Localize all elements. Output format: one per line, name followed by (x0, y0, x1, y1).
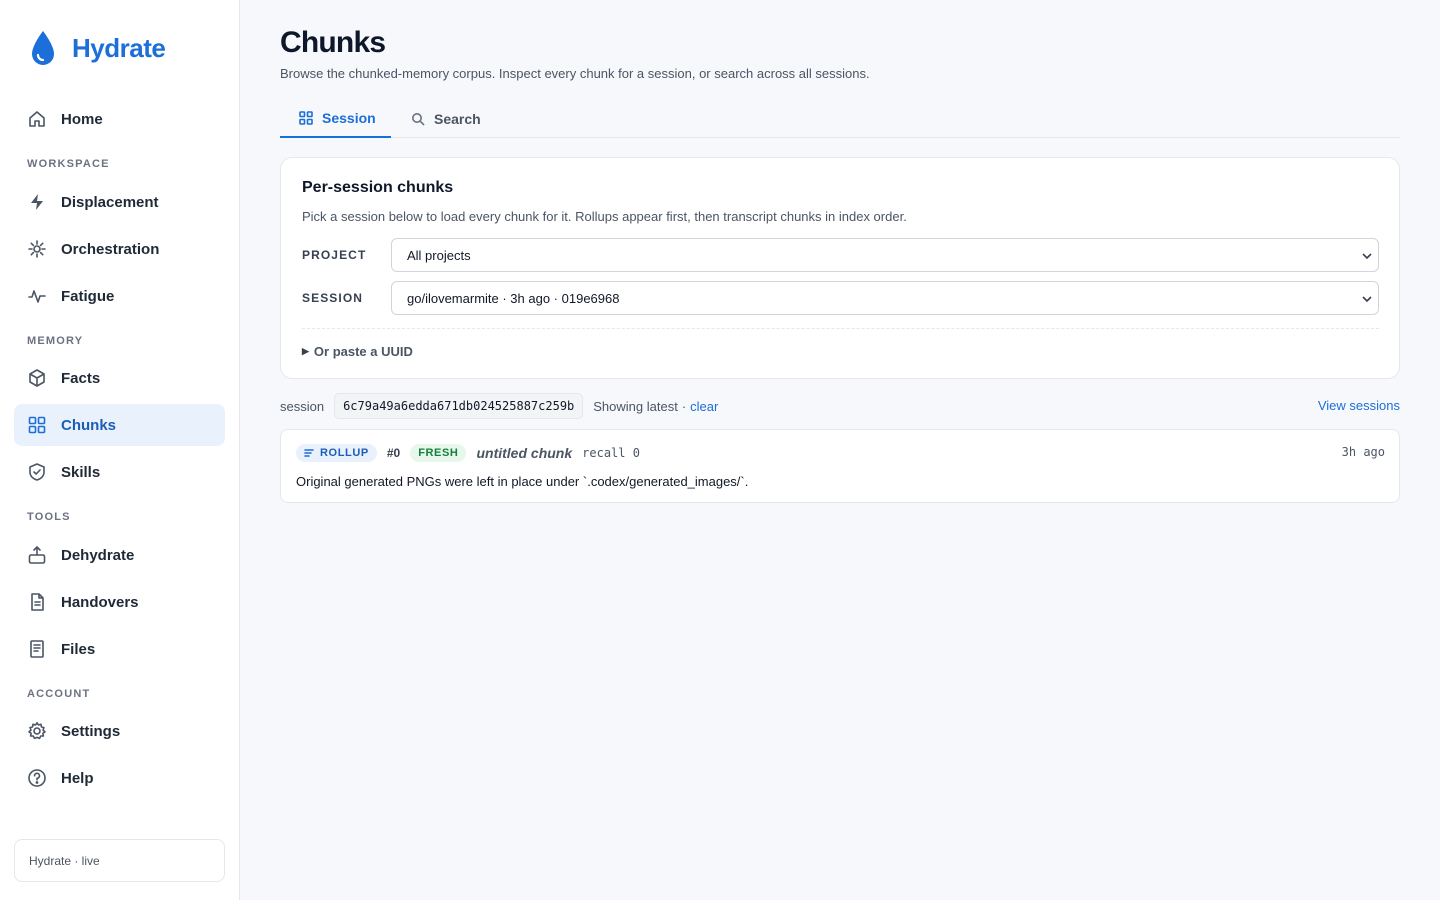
sidebar-item-label: Dehydrate (61, 546, 135, 564)
grid-icon (299, 111, 313, 125)
rollup-badge-label: ROLLUP (320, 447, 369, 459)
sidebar-item-displacement[interactable]: Displacement (14, 181, 225, 223)
chunk-body: Original generated PNGs were left in pla… (296, 474, 749, 489)
sidebar-item-label: Home (61, 110, 103, 128)
sidebar-item-fatigue[interactable]: Fatigue (14, 275, 225, 317)
project-select-value: All projects (407, 247, 471, 263)
paste-uuid-label: Or paste a UUID (313, 344, 413, 359)
chevron-down-icon (1360, 249, 1374, 263)
tab-search[interactable]: Search (411, 100, 481, 138)
divider (302, 328, 1379, 329)
sidebar-item-label: Orchestration (61, 240, 160, 258)
sun-icon (27, 239, 47, 259)
paste-uuid-toggle[interactable]: ▶ Or paste a UUID (302, 344, 413, 359)
sidebar-item-label: Settings (61, 722, 121, 740)
tab-label: Search (434, 111, 481, 127)
session-label: SESSION (302, 291, 364, 305)
notebook-icon (27, 639, 47, 659)
separator: · (681, 398, 687, 414)
chunk-title: untitled chunk (476, 445, 573, 461)
sidebar-item-settings[interactable]: Settings (14, 710, 225, 752)
sidebar-item-label: Help (61, 769, 94, 787)
sidebar-item-label: Skills (61, 463, 101, 481)
sidebar-item-facts[interactable]: Facts (14, 357, 225, 399)
per-session-card: Per-session chunks Pick a session below … (280, 157, 1400, 379)
chunk-card[interactable]: ROLLUP #0 FRESH untitled chunk recall 0 … (280, 429, 1400, 503)
view-sessions-link[interactable]: View sessions (1318, 398, 1400, 413)
caret-right-icon: ▶ (302, 346, 309, 356)
card-description: Pick a session below to load every chunk… (302, 209, 907, 224)
session-label: session (280, 398, 325, 414)
project-select[interactable]: All projects (391, 238, 1379, 272)
sidebar-item-home[interactable]: Home (14, 98, 225, 140)
page-title: Chunks (280, 26, 386, 59)
sidebar-item-label: Displacement (61, 193, 159, 211)
gear-icon (27, 721, 47, 741)
chunk-recall: recall 0 (582, 446, 640, 460)
chunk-header: ROLLUP #0 FRESH untitled chunk recall 0 (296, 443, 640, 463)
sidebar-item-label: Files (61, 640, 96, 658)
tab-session[interactable]: Session (280, 100, 391, 138)
pulse-icon (27, 286, 47, 306)
brand[interactable]: Hydrate (30, 28, 166, 68)
sidebar-item-help[interactable]: Help (14, 757, 225, 799)
shield-check-icon (27, 462, 47, 482)
sidebar-item-label: Facts (61, 369, 101, 387)
chevron-down-icon (1360, 292, 1374, 306)
chunk-timestamp: 3h ago (1341, 445, 1385, 459)
chunk-index: #0 (386, 446, 401, 460)
document-icon (27, 592, 47, 612)
sidebar-item-label: Chunks (61, 416, 117, 434)
sidebar-item-label: Fatigue (61, 287, 115, 305)
home-icon (27, 109, 47, 129)
fresh-badge: FRESH (410, 444, 467, 462)
tab-bar: Session Search (280, 100, 1400, 138)
section-label-memory: MEMORY (27, 335, 84, 347)
sidebar-item-label: Handovers (61, 593, 139, 611)
rollup-badge: ROLLUP (296, 444, 377, 462)
grid-icon (27, 415, 47, 435)
card-title: Per-session chunks (302, 179, 454, 196)
sidebar: Hydrate Home WORKSPACE Displacement Orch… (0, 0, 240, 900)
status-footer: Hydrate · live (14, 839, 225, 882)
sidebar-item-skills[interactable]: Skills (14, 451, 225, 493)
help-circle-icon (27, 768, 47, 788)
water-drop-icon (32, 31, 54, 65)
lightning-icon (27, 192, 47, 212)
sidebar-item-chunks[interactable]: Chunks (14, 404, 225, 446)
sidebar-item-orchestration[interactable]: Orchestration (14, 228, 225, 270)
lines-icon (304, 449, 314, 457)
session-id[interactable]: 6c79a49a6edda671db024525887c259b (334, 393, 584, 419)
project-label: PROJECT (302, 248, 367, 262)
showing-latest-text: Showing latest (593, 398, 678, 414)
section-label-tools: TOOLS (27, 511, 71, 523)
upload-tray-icon (27, 545, 47, 565)
sidebar-item-files[interactable]: Files (14, 628, 225, 670)
tab-label: Session (322, 110, 376, 126)
section-label-account: ACCOUNT (27, 688, 91, 700)
session-select[interactable]: go/ilovemarmite · 3h ago · 019e6968 (391, 281, 1379, 315)
session-select-value: go/ilovemarmite · 3h ago · 019e6968 (407, 290, 620, 306)
page-description: Browse the chunked-memory corpus. Inspec… (280, 66, 870, 81)
section-label-workspace: WORKSPACE (27, 158, 110, 170)
brand-name: Hydrate (72, 32, 166, 63)
search-icon (412, 113, 425, 126)
clear-link[interactable]: clear (690, 399, 718, 414)
sidebar-item-handovers[interactable]: Handovers (14, 581, 225, 623)
box-icon (27, 368, 47, 388)
session-info-bar: session 6c79a49a6edda671db024525887c259b… (280, 393, 1400, 419)
sidebar-item-dehydrate[interactable]: Dehydrate (14, 534, 225, 576)
